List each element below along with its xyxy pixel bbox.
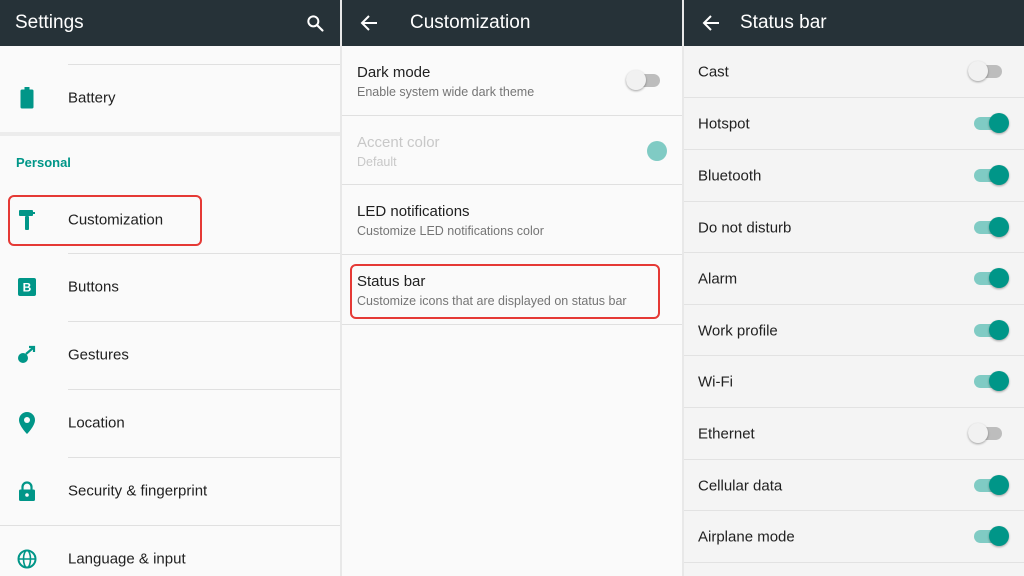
- status-bar-panel: Status bar Cast Hotspot Bluetooth Do not…: [684, 0, 1024, 576]
- pref-title: Accent color: [357, 134, 440, 151]
- search-icon[interactable]: [302, 10, 328, 36]
- status-item-label: Alarm: [698, 270, 738, 288]
- settings-item-label: Battery: [68, 89, 116, 107]
- svg-text:B: B: [23, 281, 32, 295]
- status-item-label: Cast: [698, 63, 729, 81]
- section-divider: [0, 132, 340, 136]
- back-arrow-icon[interactable]: [684, 14, 738, 32]
- status-item-airplane-mode[interactable]: Airplane mode: [684, 511, 1024, 563]
- back-arrow-icon[interactable]: [342, 14, 396, 32]
- globe-icon: [16, 548, 38, 570]
- status-item-bluetooth[interactable]: Bluetooth: [684, 150, 1024, 202]
- pref-accent-color: Accent color Default: [342, 116, 682, 185]
- status-item-label: Cellular data: [698, 477, 783, 495]
- status-item-label: Ethernet: [698, 425, 755, 443]
- dark-mode-switch[interactable]: [626, 70, 662, 90]
- highlight-box: [350, 264, 660, 319]
- buttons-b-icon: B: [16, 276, 38, 298]
- list-divider: [342, 324, 682, 325]
- settings-item-label: Security & fingerprint: [68, 482, 208, 500]
- pref-subtitle: Enable system wide dark theme: [357, 85, 535, 99]
- settings-app-bar: Settings: [0, 0, 340, 46]
- accent-color-swatch: [647, 141, 667, 161]
- status-item-cellular-data[interactable]: Cellular data: [684, 460, 1024, 512]
- ethernet-switch[interactable]: [968, 423, 1004, 443]
- settings-item-gestures[interactable]: Gestures: [0, 321, 340, 389]
- page-title: Settings: [15, 12, 84, 33]
- settings-item-buttons[interactable]: B Buttons: [0, 253, 340, 321]
- status-item-work-profile[interactable]: Work profile: [684, 305, 1024, 357]
- settings-item-label: Language & input: [68, 550, 186, 568]
- hotspot-switch[interactable]: [974, 113, 1010, 133]
- status-item-label: Wi-Fi: [698, 373, 733, 391]
- page-title: Customization: [410, 12, 531, 33]
- status-item-label: Airplane mode: [698, 528, 795, 546]
- work-profile-switch[interactable]: [974, 320, 1010, 340]
- status-item-label: Bluetooth: [698, 167, 762, 185]
- status-item-do-not-disturb[interactable]: Do not disturb: [684, 202, 1024, 254]
- settings-item-security[interactable]: Security & fingerprint: [0, 457, 340, 525]
- status-item-ethernet[interactable]: Ethernet: [684, 408, 1024, 460]
- category-header-personal: Personal: [16, 155, 71, 170]
- customization-app-bar: Customization: [342, 0, 682, 46]
- airplane-mode-switch[interactable]: [974, 526, 1010, 546]
- gesture-icon: [16, 344, 38, 366]
- bluetooth-switch[interactable]: [974, 165, 1010, 185]
- customization-panel: Customization Dark mode Enable system wi…: [342, 0, 682, 576]
- highlight-box: [8, 195, 202, 246]
- settings-item-language[interactable]: Language & input: [0, 525, 340, 576]
- do-not-disturb-switch[interactable]: [974, 217, 1010, 237]
- cellular-data-switch[interactable]: [974, 475, 1010, 495]
- pref-title: Dark mode: [357, 64, 431, 81]
- settings-item-label: Buttons: [68, 278, 119, 296]
- status-item-wifi[interactable]: Wi-Fi: [684, 356, 1024, 408]
- pref-dark-mode[interactable]: Dark mode Enable system wide dark theme: [342, 46, 682, 115]
- status-item-label: Hotspot: [698, 115, 750, 133]
- pref-title: LED notifications: [357, 203, 470, 220]
- status-item-hotspot[interactable]: Hotspot: [684, 98, 1024, 150]
- pref-subtitle: Default: [357, 155, 397, 169]
- alarm-switch[interactable]: [974, 268, 1010, 288]
- settings-item-label: Location: [68, 414, 125, 432]
- settings-item-label: Gestures: [68, 346, 129, 364]
- status-item-cast[interactable]: Cast: [684, 46, 1024, 98]
- status-item-alarm[interactable]: Alarm: [684, 253, 1024, 305]
- wifi-switch[interactable]: [974, 371, 1010, 391]
- page-title: Status bar: [740, 12, 827, 33]
- cast-switch[interactable]: [968, 61, 1004, 81]
- pref-subtitle: Customize LED notifications color: [357, 224, 544, 238]
- location-pin-icon: [16, 412, 38, 434]
- status-item-label: Work profile: [698, 322, 778, 340]
- battery-icon: [16, 87, 38, 109]
- status-item-label: Do not disturb: [698, 219, 792, 237]
- settings-item-location[interactable]: Location: [0, 389, 340, 457]
- lock-icon: [16, 480, 38, 502]
- settings-item-battery[interactable]: Battery: [0, 64, 340, 132]
- list-divider: [684, 562, 1024, 563]
- pref-led-notifications[interactable]: LED notifications Customize LED notifica…: [342, 185, 682, 254]
- status-bar-app-bar: Status bar: [684, 0, 1024, 46]
- settings-panel: Settings Battery Personal Customization …: [0, 0, 340, 576]
